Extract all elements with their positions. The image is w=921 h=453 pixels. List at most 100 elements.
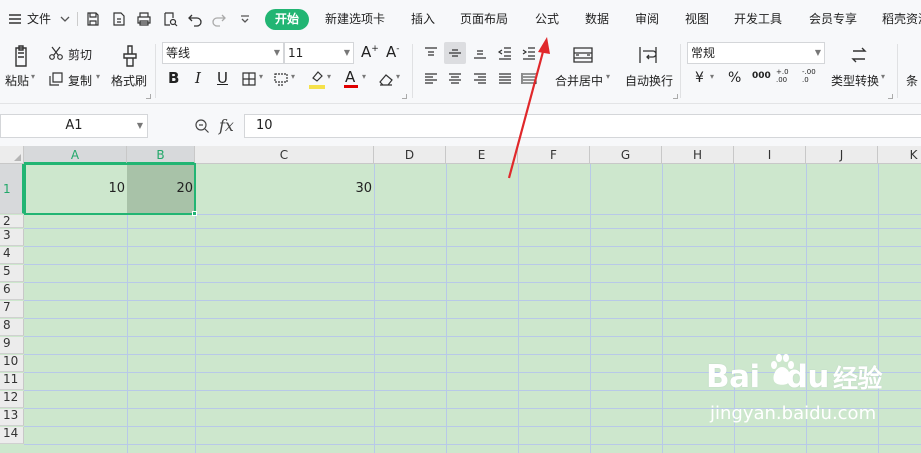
font-color-button[interactable]: A <box>345 68 355 86</box>
paste-button[interactable]: 粘贴 <box>5 72 29 89</box>
copy-dropdown-icon[interactable]: ▾ <box>96 72 100 81</box>
number-format-select[interactable]: 常规 ▼ <box>687 42 825 64</box>
font-color-dropdown-icon[interactable]: ▾ <box>362 72 366 81</box>
tab-review[interactable]: 审阅 <box>635 0 659 38</box>
align-left-icon[interactable] <box>422 70 440 88</box>
tab-new[interactable]: 新建选项卡 <box>325 0 385 38</box>
cell-style-dropdown-icon[interactable]: ▾ <box>291 72 295 81</box>
currency-dropdown-icon[interactable]: ▾ <box>710 72 714 81</box>
tab-view[interactable]: 视图 <box>685 0 709 38</box>
align-bottom-icon[interactable] <box>471 44 489 62</box>
row-header-4[interactable]: 4 <box>0 247 24 264</box>
row-header-7[interactable]: 7 <box>0 301 24 318</box>
merge-center-button[interactable]: 合并居中 <box>555 72 603 89</box>
column-header-i[interactable]: I <box>734 146 806 164</box>
formula-input[interactable]: 10 <box>244 114 921 138</box>
tab-insert[interactable]: 插入 <box>411 0 435 38</box>
row-header-10[interactable]: 10 <box>0 355 24 372</box>
customize-quick-access-icon[interactable] <box>236 10 254 28</box>
conditional-format-button[interactable]: 条 <box>906 72 918 89</box>
fill-dropdown-icon[interactable]: ▾ <box>327 72 331 81</box>
align-right-icon[interactable] <box>471 70 489 88</box>
row-header-3[interactable]: 3 <box>0 229 24 246</box>
undo-icon[interactable] <box>186 10 204 28</box>
zoom-search-icon[interactable] <box>193 117 211 135</box>
tab-home[interactable]: 开始 <box>265 9 310 30</box>
row-header-13[interactable]: 13 <box>0 409 24 426</box>
font-grow-button[interactable]: A+ <box>361 43 379 61</box>
dialog-launcher-icon[interactable] <box>888 94 893 99</box>
decrease-indent-icon[interactable] <box>496 44 514 62</box>
font-shrink-button[interactable]: A- <box>386 43 400 61</box>
type-convert-button[interactable]: 类型转换 <box>831 72 879 89</box>
column-header-b[interactable]: B <box>127 146 195 164</box>
justify-icon[interactable] <box>496 70 514 88</box>
type-convert-icon[interactable] <box>846 42 872 68</box>
copy-icon[interactable] <box>47 70 65 88</box>
print-icon[interactable] <box>135 10 153 28</box>
chevron-down-icon[interactable] <box>56 10 74 28</box>
column-header-f[interactable]: F <box>518 146 590 164</box>
scissors-icon[interactable] <box>47 44 65 62</box>
borders-icon[interactable] <box>240 70 258 88</box>
tab-formulas[interactable]: 公式 <box>535 0 559 38</box>
format-painter-button[interactable]: 格式刷 <box>111 72 147 89</box>
italic-button[interactable]: I <box>195 69 201 87</box>
cell-style-icon[interactable] <box>272 70 290 88</box>
column-header-e[interactable]: E <box>446 146 518 164</box>
tab-developer[interactable]: 开发工具 <box>734 0 782 38</box>
align-center-icon[interactable] <box>446 70 464 88</box>
eraser-icon[interactable] <box>377 70 395 88</box>
paste-dropdown-icon[interactable]: ▾ <box>31 72 35 81</box>
borders-dropdown-icon[interactable]: ▾ <box>259 72 263 81</box>
increase-indent-icon[interactable] <box>520 44 538 62</box>
column-header-g[interactable]: G <box>590 146 662 164</box>
cut-button[interactable]: 剪切 <box>68 46 92 63</box>
print-preview-icon[interactable] <box>161 10 179 28</box>
row-header-14[interactable]: 14 <box>0 427 24 444</box>
row-header-9[interactable]: 9 <box>0 337 24 354</box>
cell-c1[interactable]: 30 <box>195 181 374 196</box>
column-header-c[interactable]: C <box>195 146 374 164</box>
font-name-select[interactable]: 等线 ▼ <box>162 42 284 64</box>
column-header-a[interactable]: A <box>24 146 127 164</box>
name-box[interactable]: A1 ▼ <box>0 114 148 138</box>
font-size-select[interactable]: 11 ▼ <box>284 42 354 64</box>
column-header-k[interactable]: K <box>878 146 921 164</box>
clear-dropdown-icon[interactable]: ▾ <box>396 72 400 81</box>
row-header-2[interactable]: 2 <box>0 215 24 228</box>
dialog-launcher-icon[interactable] <box>673 94 678 99</box>
tab-docer[interactable]: 稻壳资源 <box>882 0 921 38</box>
row-header-11[interactable]: 11 <box>0 373 24 390</box>
merge-dropdown-icon[interactable]: ▾ <box>606 72 610 81</box>
distribute-icon[interactable] <box>520 70 538 88</box>
decrease-decimal-button[interactable]: -.00 .0 <box>802 68 824 84</box>
hamburger-menu-icon[interactable] <box>6 10 24 28</box>
format-painter-icon[interactable] <box>117 42 143 70</box>
column-header-j[interactable]: J <box>806 146 878 164</box>
wrap-text-button[interactable]: 自动换行 <box>625 72 673 89</box>
dialog-launcher-icon[interactable] <box>146 94 151 99</box>
tab-page-layout[interactable]: 页面布局 <box>460 0 508 38</box>
column-header-h[interactable]: H <box>662 146 734 164</box>
align-top-icon[interactable] <box>422 44 440 62</box>
underline-button[interactable]: U <box>217 69 228 87</box>
tab-data[interactable]: 数据 <box>585 0 609 38</box>
thousands-separator-button[interactable]: 000 <box>752 71 771 81</box>
paste-icon[interactable] <box>8 42 34 70</box>
row-header-12[interactable]: 12 <box>0 391 24 408</box>
merge-center-icon[interactable] <box>569 42 597 68</box>
tab-member[interactable]: 会员专享 <box>809 0 857 38</box>
redo-icon[interactable] <box>210 10 228 28</box>
percent-button[interactable]: % <box>728 70 741 86</box>
copy-button[interactable]: 复制 <box>68 72 92 89</box>
column-header-d[interactable]: D <box>374 146 446 164</box>
dialog-launcher-icon[interactable] <box>402 94 407 99</box>
fill-color-icon[interactable] <box>308 68 326 86</box>
wrap-text-icon[interactable] <box>634 42 662 68</box>
select-all-corner[interactable] <box>0 146 24 164</box>
fx-button[interactable]: fx <box>219 116 234 135</box>
row-header-8[interactable]: 8 <box>0 319 24 336</box>
row-header-6[interactable]: 6 <box>0 283 24 300</box>
save-icon[interactable] <box>84 10 102 28</box>
